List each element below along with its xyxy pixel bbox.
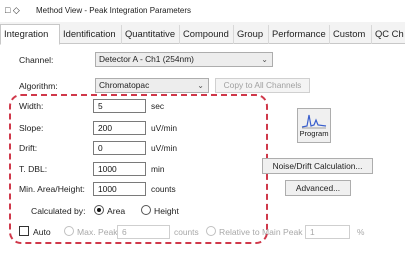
tab-custom[interactable]: Custom — [330, 25, 372, 44]
algorithm-select[interactable]: Chromatopac ⌄ — [95, 78, 209, 93]
relative-to-main-peak-radio[interactable] — [206, 226, 216, 236]
algorithm-label: Algorithm: — [19, 81, 58, 91]
channel-label: Channel: — [19, 55, 54, 65]
min-area-height-label: Min. Area/Height: — [19, 184, 85, 194]
area-radio-label: Area — [107, 206, 126, 216]
max-peak-radio[interactable] — [64, 226, 74, 236]
slope-input[interactable]: 200 — [93, 121, 146, 135]
drift-input[interactable]: 0 — [93, 141, 146, 155]
area-radio[interactable] — [94, 205, 104, 215]
tdbl-input[interactable]: 1000 — [93, 162, 146, 176]
height-radio[interactable] — [141, 205, 151, 215]
title-bar: □ ◇ Method View - Peak Integration Param… — [0, 0, 405, 22]
calculated-by-label: Calculated by: — [31, 206, 86, 216]
relative-to-main-peak-label: Relative to Main Peak — [219, 227, 303, 237]
tab-group[interactable]: Group — [234, 25, 269, 44]
relative-to-main-peak-input[interactable]: 1 — [305, 225, 350, 239]
width-label: Width: — [19, 101, 44, 111]
slope-unit: uV/min — [151, 123, 178, 133]
chromatogram-icon — [301, 114, 327, 129]
window-icons: □ ◇ — [5, 5, 20, 15]
max-peak-input[interactable]: 6 — [117, 225, 170, 239]
height-radio-label: Height — [154, 206, 179, 216]
tab-integration[interactable]: Integration — [0, 24, 60, 45]
width-unit: sec — [151, 101, 165, 111]
channel-value: Detector A - Ch1 (254nm) — [99, 54, 194, 64]
window-title: Method View - Peak Integration Parameter… — [36, 6, 192, 15]
slope-label: Slope: — [19, 123, 44, 133]
auto-checkbox[interactable] — [19, 226, 29, 236]
drift-unit: uV/min — [151, 143, 178, 153]
tab-compound[interactable]: Compound — [180, 25, 234, 44]
chevron-down-icon: ⌄ — [261, 55, 268, 64]
relative-percent-unit: % — [357, 227, 365, 237]
width-input[interactable]: 5 — [93, 99, 146, 113]
noise-drift-calculation-button[interactable]: Noise/Drift Calculation... — [262, 158, 373, 174]
tab-qc[interactable]: QC Ch — [372, 25, 405, 44]
copy-to-all-channels-button[interactable]: Copy to All Channels — [215, 78, 310, 93]
tab-bar: Integration Identification Quantitative … — [0, 22, 405, 45]
min-area-height-unit: counts — [151, 184, 176, 194]
tdbl-unit: min — [151, 164, 165, 174]
advanced-button[interactable]: Advanced... — [285, 180, 351, 196]
channel-select[interactable]: Detector A - Ch1 (254nm) ⌄ — [95, 52, 273, 67]
min-area-height-input[interactable]: 1000 — [93, 182, 146, 196]
auto-label: Auto — [33, 227, 51, 237]
max-peak-label: Max. Peak — [77, 227, 118, 237]
tab-performance[interactable]: Performance — [269, 25, 330, 44]
tab-quantitative[interactable]: Quantitative — [122, 25, 180, 44]
tab-identification[interactable]: Identification — [60, 25, 122, 44]
max-peak-unit: counts — [174, 227, 199, 237]
algorithm-value: Chromatopac — [99, 80, 150, 90]
tdbl-label: T. DBL: — [19, 164, 48, 174]
drift-label: Drift: — [19, 143, 38, 153]
chevron-down-icon: ⌄ — [197, 81, 204, 90]
program-button-label: Program — [299, 129, 329, 138]
program-button[interactable]: Program — [297, 108, 331, 143]
